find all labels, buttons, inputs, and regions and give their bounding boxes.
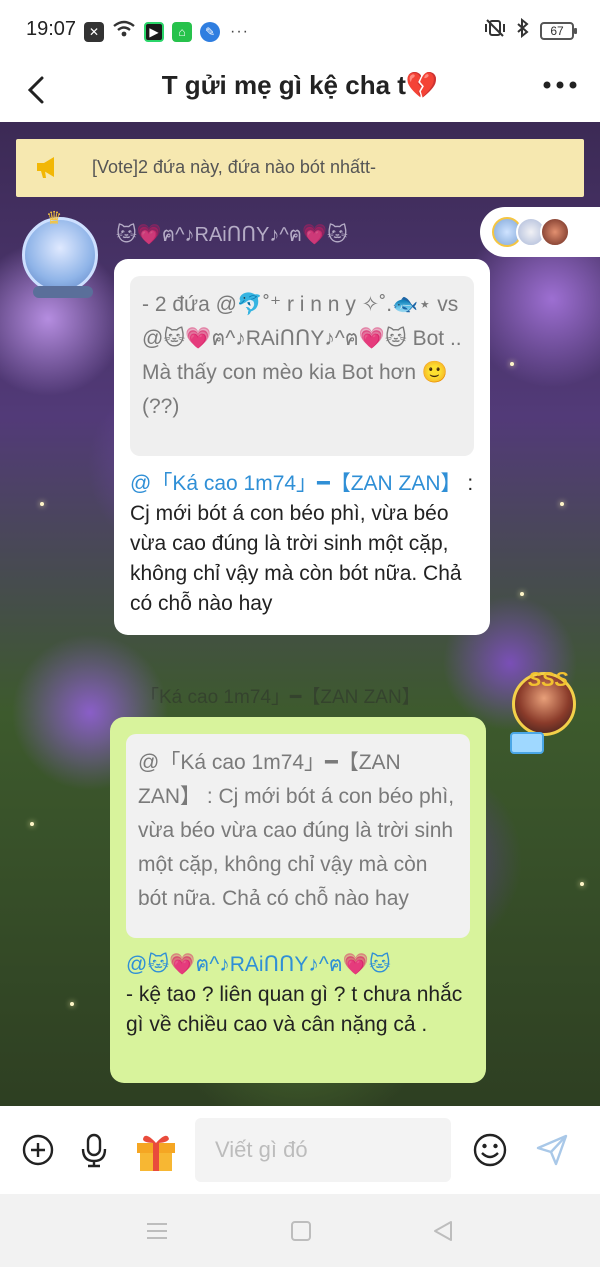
background-sparkle <box>40 502 44 506</box>
nav-back-button[interactable] <box>430 1218 456 1244</box>
quoted-message-text: - 2 đứa @🐬˚⁺ r i n n y ✧˚.🐟⋆ vs @🐱💗ฅ^♪RA… <box>142 293 462 418</box>
boombox-icon <box>510 732 544 754</box>
sender-name-faded: 「Ká cao 1m74」━【ZAN ZAN】 <box>140 687 421 708</box>
plus-icon <box>22 1134 54 1166</box>
announcement-text: [Vote]2 đứa này, đứa nào bót nhấtt- <box>92 157 376 177</box>
background-sparkle <box>560 502 564 506</box>
wifi-icon <box>112 19 136 44</box>
crown-icon: ♛ <box>46 208 63 228</box>
send-icon <box>536 1134 568 1166</box>
status-bar: 19:07 ✕ ▶ ⌂ ✎ ··· 67 <box>0 0 600 60</box>
bluetooth-icon <box>516 17 530 43</box>
sender-name: 🐱💗ฅ^♪RAiՈՈY♪^ฅ💗🐱 <box>116 224 348 246</box>
notification-x-icon: ✕ <box>84 21 104 42</box>
input-bar <box>0 1106 600 1194</box>
status-left-icons: ✕ ▶ ⌂ ✎ ··· <box>84 19 249 44</box>
background-sparkle <box>30 822 34 826</box>
background-sparkle <box>580 882 584 886</box>
nav-home-button[interactable] <box>288 1218 314 1244</box>
gift-button[interactable] <box>132 1126 180 1174</box>
megaphone-icon <box>37 157 54 178</box>
avatar-frame <box>33 286 93 298</box>
message-input[interactable] <box>195 1118 451 1182</box>
add-button[interactable] <box>18 1130 58 1170</box>
voice-button[interactable] <box>74 1130 114 1170</box>
chat-title: T gửi mẹ gì kệ cha t💔 <box>161 70 439 100</box>
avatar-sticker-text: SSS <box>528 669 569 691</box>
nav-menu-button[interactable] <box>144 1218 170 1244</box>
quoted-message-text: @「Ká cao 1m74」━【ZAN ZAN】 : Cj mới bót á … <box>138 751 455 910</box>
app-notification-icon-2: ⌂ <box>172 21 192 42</box>
nav-menu-icon <box>147 1223 167 1239</box>
announcement-banner[interactable]: [Vote]2 đứa này, đứa nào bót nhấtt- <box>16 139 584 197</box>
emoji-icon <box>473 1133 507 1167</box>
message-bubble-outgoing[interactable]: @「Ká cao 1m74」━【ZAN ZAN】 : Cj mới bót á … <box>110 717 486 1083</box>
more-button[interactable] <box>542 74 578 102</box>
online-members[interactable] <box>480 207 600 257</box>
mention-link[interactable]: @🐱💗ฅ^♪RAiՈՈY♪^ฅ💗🐱 <box>126 950 476 980</box>
app-notification-icon: ▶ <box>144 21 164 42</box>
system-nav-bar <box>0 1194 600 1267</box>
emoji-button[interactable] <box>470 1130 510 1170</box>
message-bubble-incoming[interactable]: - 2 đứa @🐬˚⁺ r i n n y ✧˚.🐟⋆ vs @🐱💗ฅ^♪RA… <box>114 259 490 635</box>
nav-back-icon <box>434 1221 452 1241</box>
battery-icon: 67 <box>540 21 577 40</box>
status-right-icons: 67 <box>484 17 577 43</box>
vibrate-off-icon <box>484 18 506 43</box>
status-time: 19:07 <box>26 18 77 40</box>
gift-icon <box>137 1135 175 1171</box>
back-icon <box>27 76 44 104</box>
quoted-message[interactable]: @「Ká cao 1m74」━【ZAN ZAN】 : Cj mới bót á … <box>126 734 470 938</box>
send-button[interactable] <box>532 1130 572 1170</box>
nav-home-icon <box>291 1221 311 1241</box>
background-sparkle <box>70 1002 74 1006</box>
back-button[interactable] <box>20 70 56 110</box>
chat-header: T gửi mẹ gì kệ cha t💔 <box>0 60 600 122</box>
quoted-message[interactable]: - 2 đứa @🐬˚⁺ r i n n y ✧˚.🐟⋆ vs @🐱💗ฅ^♪RA… <box>130 276 474 456</box>
more-icon <box>543 81 577 89</box>
background-sparkle <box>510 362 514 366</box>
mic-icon <box>81 1133 107 1168</box>
more-notifications-icon: ··· <box>230 22 249 40</box>
message-text: - kệ tao ? liên quan gì ? t chưa nhắc gì… <box>126 983 463 1036</box>
chat-area[interactable]: [Vote]2 đứa này, đứa nào bót nhấtt- ♛ 🐱💗… <box>0 122 600 1106</box>
message-text: @「Ká cao 1m74」━【ZAN ZAN】 : Cj mới bót á … <box>130 469 480 619</box>
member-avatar <box>540 217 570 247</box>
mention-link[interactable]: @「Ká cao 1m74」━【ZAN ZAN】 <box>130 472 462 495</box>
background-sparkle <box>520 592 524 596</box>
app-notification-icon-3: ✎ <box>200 21 220 42</box>
